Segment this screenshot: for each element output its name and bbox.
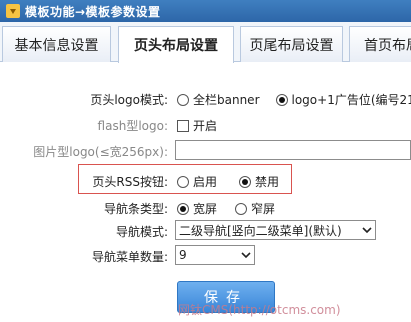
chevron-down-icon[interactable]	[238, 246, 254, 264]
nav-menu-count-label: 导航菜单数量:	[91, 250, 168, 264]
nav-bar-type-group: 宽屏 窄屏	[177, 200, 275, 217]
header-logo-mode-label: 页头logo模式:	[90, 93, 168, 107]
watermark: 网钛CMS(http://otcms.com)	[178, 303, 341, 317]
option-label: 开启	[193, 119, 218, 133]
tab-header-layout[interactable]: 页头布局设置	[118, 26, 234, 63]
image-logo-input[interactable]	[175, 140, 411, 160]
radio-button[interactable]	[239, 175, 252, 188]
nav-mode-select[interactable]: 二级导航[竖向二级菜单](默认)	[175, 220, 376, 240]
radio-full-banner[interactable]: 全栏banner	[177, 91, 260, 108]
tab-basic-info[interactable]: 基本信息设置	[2, 26, 111, 62]
rss-button-group: 启用 禁用	[177, 173, 279, 190]
tab-bar: 基本信息设置 页头布局设置 页尾布局设置 首页布局	[0, 22, 411, 63]
flash-logo-checkbox[interactable]: 开启	[177, 117, 217, 134]
radio-button[interactable]	[177, 202, 189, 215]
radio-button[interactable]	[275, 93, 288, 106]
radio-logo-ad[interactable]: logo+1广告位(编号21)	[275, 91, 411, 108]
tab-label: 页头布局设置	[134, 38, 218, 54]
tab-label: 页尾布局设置	[249, 37, 334, 54]
tab-home-layout[interactable]: 首页布局	[349, 26, 411, 62]
nav-bar-type-label: 导航条类型:	[103, 202, 168, 216]
nav-mode-label: 导航模式:	[115, 225, 168, 239]
radio-narrow[interactable]: 窄屏	[235, 200, 275, 217]
option-label: logo+1广告位(编号21)	[291, 93, 411, 107]
option-label: 宽屏	[193, 202, 218, 216]
tab-label: 基本信息设置	[14, 37, 99, 54]
down-arrow-icon	[6, 4, 20, 18]
title-bar: 模板功能→模板参数设置	[0, 0, 411, 22]
radio-wide[interactable]: 宽屏	[177, 200, 217, 217]
image-logo-label: 图片型logo(≤宽256px):	[33, 145, 168, 159]
tab-footer-layout[interactable]: 页尾布局设置	[240, 26, 343, 62]
option-label: 启用	[193, 175, 218, 189]
page-title: 模板功能→模板参数设置	[25, 4, 161, 19]
rss-button-label: 页头RSS按钮:	[92, 175, 168, 189]
radio-button[interactable]	[177, 93, 189, 106]
select-value: 二级导航[竖向二级菜单](默认)	[179, 223, 342, 238]
option-label: 全栏banner	[193, 93, 260, 107]
checkbox[interactable]	[177, 119, 189, 132]
radio-button[interactable]	[177, 175, 189, 188]
header-logo-mode-group: 全栏banner logo+1广告位(编号21)	[177, 91, 411, 108]
chevron-down-icon[interactable]	[359, 221, 375, 239]
nav-menu-count-select[interactable]: 9	[175, 245, 255, 265]
tab-label: 首页布局	[364, 37, 411, 54]
option-label: 禁用	[255, 175, 280, 189]
radio-button[interactable]	[235, 202, 248, 215]
radio-enable[interactable]: 启用	[177, 173, 217, 190]
select-value: 9	[179, 248, 187, 262]
option-label: 窄屏	[251, 202, 276, 216]
flash-logo-label: flash型logo:	[97, 119, 168, 133]
radio-disable[interactable]: 禁用	[239, 173, 279, 190]
